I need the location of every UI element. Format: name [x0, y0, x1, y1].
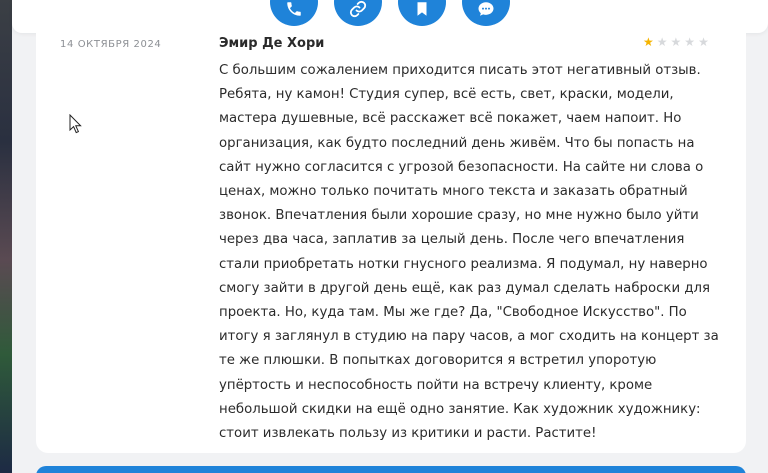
background-photo-strip [0, 0, 12, 473]
review-text: С большим сожалением приходится писать э… [219, 63, 719, 442]
review-author: Эмир Де Хори [219, 36, 325, 51]
contact-actions-card [12, 0, 768, 33]
review-card: 14 октября 2024 Эмир Де Хори ★ ★ ★ ★ ★ С… [36, 33, 746, 453]
chat-icon [478, 2, 494, 16]
call-button[interactable] [270, 0, 318, 26]
bookmark-button[interactable] [398, 0, 446, 26]
star-icon: ★ [684, 35, 696, 49]
review-date: 14 октября 2024 [60, 39, 162, 50]
phone-icon [287, 2, 301, 16]
next-card-edge [36, 466, 746, 473]
star-icon: ★ [656, 35, 668, 49]
star-icon: ★ [643, 35, 654, 49]
star-icon: ★ [698, 35, 709, 49]
bookmark-icon [417, 2, 427, 16]
rating-stars: ★ ★ ★ ★ ★ [643, 35, 709, 49]
star-icon: ★ [670, 35, 682, 49]
mouse-cursor-icon [69, 114, 82, 134]
chat-button[interactable] [462, 0, 510, 26]
share-link-button[interactable] [334, 0, 382, 26]
link-icon [349, 0, 367, 18]
